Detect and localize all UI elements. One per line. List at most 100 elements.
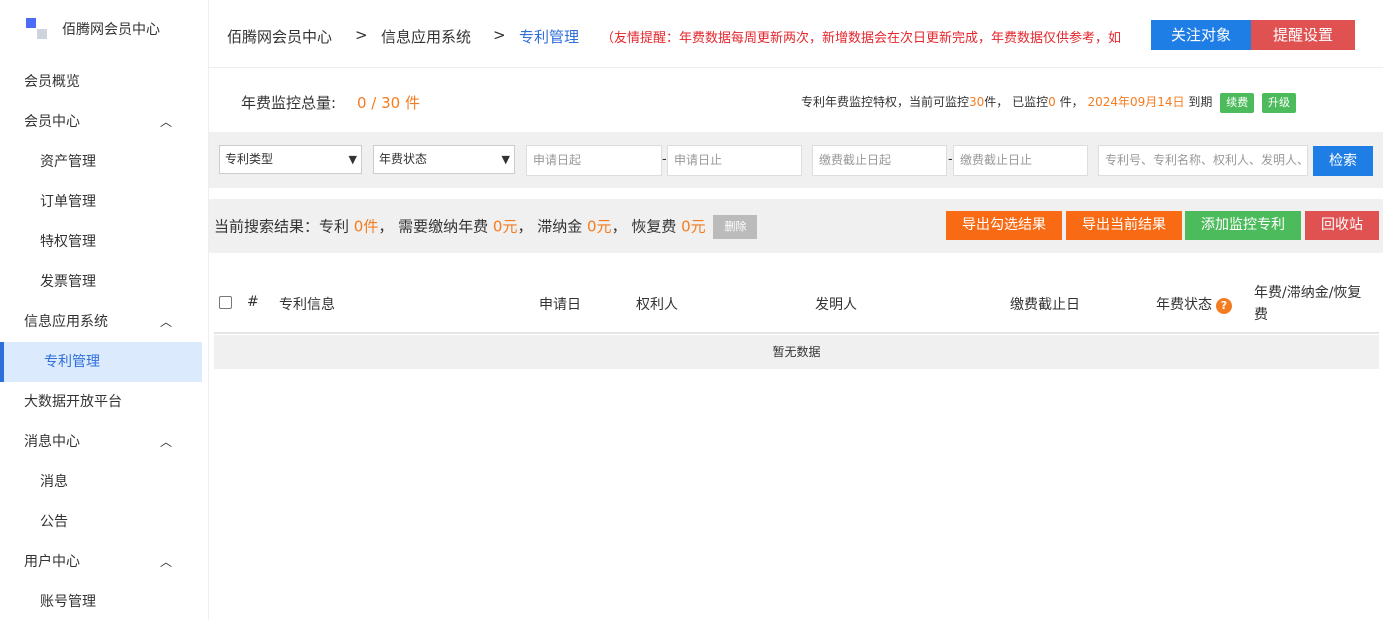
logo-icon <box>26 18 48 40</box>
sidebar-item-label: 用户中心 <box>24 554 80 570</box>
chevron-down-icon: ▼ <box>502 146 510 173</box>
column-header-patent-info: 专利信息 <box>279 294 335 314</box>
chevron-down-icon: ▼ <box>349 146 357 173</box>
privilege-text: 件， <box>1060 95 1084 109</box>
sidebar-item-info-system[interactable]: 信息应用系统︿ <box>0 302 202 342</box>
sidebar-item-user-center[interactable]: 用户中心 ︿ <box>0 542 202 582</box>
sidebar-item-label: 消息中心 <box>24 434 80 450</box>
chevron-up-icon: ︿ <box>160 302 172 342</box>
breadcrumb-separator: > <box>355 26 368 44</box>
privilege-text: 件， 已监控 <box>984 95 1048 109</box>
chevron-up-icon: ︿ <box>160 542 172 582</box>
upgrade-button[interactable]: 升级 <box>1262 93 1296 113</box>
filter-bar: 专利类型▼ 年费状态▼ 申请日起 - 申请日止 缴费截止日起 - 缴费截止日止 … <box>209 132 1383 188</box>
export-current-button[interactable]: 导出当前结果 <box>1066 211 1182 240</box>
expire-date: 2024年09月14日 <box>1087 95 1184 109</box>
sidebar-item-label: 公告 <box>40 514 68 530</box>
recycle-bin-button[interactable]: 回收站 <box>1305 211 1379 240</box>
main-content: 佰腾网会员中心 > 信息应用系统 > 专利管理 （友情提醒：年费数据每周更新两次… <box>208 0 1383 620</box>
deadline-end-input[interactable]: 缴费截止日止 <box>953 145 1088 176</box>
breadcrumb-current: 专利管理 <box>519 26 579 47</box>
sidebar-item-big-data[interactable]: 大数据开放平台 <box>0 382 202 422</box>
help-icon[interactable]: ? <box>1216 298 1232 314</box>
empty-state: 暂无数据 <box>214 335 1379 369</box>
select-all-checkbox[interactable] <box>219 296 232 309</box>
sidebar-item-label: 资产管理 <box>40 154 96 170</box>
app-root: 佰腾网会员中心 会员概览 会员中心 ︿ 资产管理 订单管理 特权管理 发票管理 信… <box>0 0 1383 620</box>
can-monitor-count: 30 <box>969 95 984 109</box>
sidebar-item-label: 专利管理 <box>44 354 100 370</box>
apply-date-start-input[interactable]: 申请日起 <box>526 145 662 176</box>
sidebar-item-label: 会员中心 <box>24 114 80 130</box>
privilege-info: 专利年费监控特权，当前可监控30件， 已监控0 件， 2024年09月14日 到… <box>801 93 1296 113</box>
select-value: 专利类型 <box>225 152 273 166</box>
sidebar-item-announcements[interactable]: 公告 <box>0 502 202 542</box>
select-value: 年费状态 <box>379 152 427 166</box>
sidebar-item-privileges[interactable]: 特权管理 <box>0 222 202 262</box>
sidebar-item-member-center[interactable]: 会员中心 ︿ <box>0 102 202 142</box>
sidebar-item-label: 特权管理 <box>40 234 96 250</box>
deadline-start-input[interactable]: 缴费截止日起 <box>812 145 947 176</box>
result-late-fee: 0元 <box>587 218 612 236</box>
sidebar-item-assets[interactable]: 资产管理 <box>0 142 202 182</box>
sidebar-item-messages[interactable]: 消息 <box>0 462 202 502</box>
sidebar-item-account[interactable]: 账号管理 <box>0 582 202 620</box>
result-count: 0件 <box>354 218 379 236</box>
apply-date-end-input[interactable]: 申请日止 <box>667 145 802 176</box>
range-dash: - <box>662 152 667 167</box>
breadcrumb-info-system[interactable]: 信息应用系统 <box>381 26 471 47</box>
sidebar-item-label: 账号管理 <box>40 594 96 610</box>
sidebar-item-patent-management[interactable]: 专利管理 <box>0 342 202 382</box>
result-text: ， 需要缴纳年费 <box>378 218 488 236</box>
column-header-fee-status: 年费状态? <box>1156 294 1232 314</box>
column-header-apply-date: 申请日 <box>539 294 581 314</box>
range-dash: - <box>948 152 953 167</box>
column-header-fees: 年费/滞纳金/恢复费 <box>1254 282 1374 326</box>
chevron-up-icon: ︿ <box>160 102 172 142</box>
breadcrumb-separator: > <box>493 26 506 44</box>
column-header-inventor: 发明人 <box>815 294 857 314</box>
follow-button[interactable]: 关注对象 <box>1151 20 1251 50</box>
quota-label: 年费监控总量: <box>241 92 336 113</box>
column-header-index: # <box>247 294 259 310</box>
column-header-label: 年费状态 <box>1156 297 1212 313</box>
monitored-count: 0 <box>1048 95 1056 109</box>
sidebar-menu: 会员概览 会员中心 ︿ 资产管理 订单管理 特权管理 发票管理 信息应用系统︿ 专… <box>0 62 202 620</box>
result-text: 当前搜索结果：专利 <box>214 218 349 236</box>
column-header-deadline: 缴费截止日 <box>1010 294 1080 314</box>
result-bar: 当前搜索结果：专利 0件， 需要缴纳年费 0元， 滞纳金 0元， 恢复费 0元 … <box>209 199 1383 253</box>
sidebar: 佰腾网会员中心 会员概览 会员中心 ︿ 资产管理 订单管理 特权管理 发票管理 信… <box>0 0 202 620</box>
sidebar-item-orders[interactable]: 订单管理 <box>0 182 202 222</box>
result-summary: 当前搜索结果：专利 0件， 需要缴纳年费 0元， 滞纳金 0元， 恢复费 0元 … <box>214 215 757 239</box>
sidebar-item-label: 大数据开放平台 <box>24 394 122 410</box>
add-monitor-patent-button[interactable]: 添加监控专利 <box>1185 211 1301 240</box>
sidebar-item-label: 发票管理 <box>40 274 96 290</box>
result-text: ， 恢复费 <box>612 218 677 236</box>
top-bar: 佰腾网会员中心 > 信息应用系统 > 专利管理 （友情提醒：年费数据每周更新两次… <box>209 0 1383 68</box>
delete-button[interactable]: 删除 <box>713 215 757 239</box>
table-header: # 专利信息 申请日 权利人 发明人 缴费截止日 年费状态? 年费/滞纳金/恢复… <box>214 278 1379 334</box>
app-title: 佰腾网会员中心 <box>62 19 160 39</box>
sidebar-item-label: 会员概览 <box>24 74 80 90</box>
result-fee: 0元 <box>493 218 518 236</box>
keyword-search-input[interactable]: 专利号、专利名称、权利人、发明人、 <box>1098 145 1308 176</box>
search-button[interactable]: 检索 <box>1313 146 1373 176</box>
breadcrumb-home[interactable]: 佰腾网会员中心 <box>227 26 332 47</box>
patent-type-select[interactable]: 专利类型 ▼ <box>219 145 362 174</box>
export-selected-button[interactable]: 导出勾选结果 <box>946 211 1062 240</box>
remind-settings-button[interactable]: 提醒设置 <box>1251 20 1355 50</box>
fee-status-select[interactable]: 年费状态 ▼ <box>373 145 515 174</box>
sidebar-item-overview[interactable]: 会员概览 <box>0 62 202 102</box>
result-text: ， 滞纳金 <box>517 218 582 236</box>
quota-value: 0 / 30 件 <box>357 92 420 113</box>
sidebar-item-message-center[interactable]: 消息中心 ︿ <box>0 422 202 462</box>
sidebar-item-label: 订单管理 <box>40 194 96 210</box>
privilege-suffix: 到期 <box>1188 95 1212 109</box>
column-header-owner: 权利人 <box>636 294 678 314</box>
privilege-prefix: 专利年费监控特权，当前可监控 <box>801 95 969 109</box>
sidebar-item-invoices[interactable]: 发票管理 <box>0 262 202 302</box>
renew-button[interactable]: 续费 <box>1220 93 1254 113</box>
result-restore-fee: 0元 <box>681 218 706 236</box>
sidebar-item-label: 消息 <box>40 474 68 490</box>
chevron-up-icon: ︿ <box>160 422 172 462</box>
